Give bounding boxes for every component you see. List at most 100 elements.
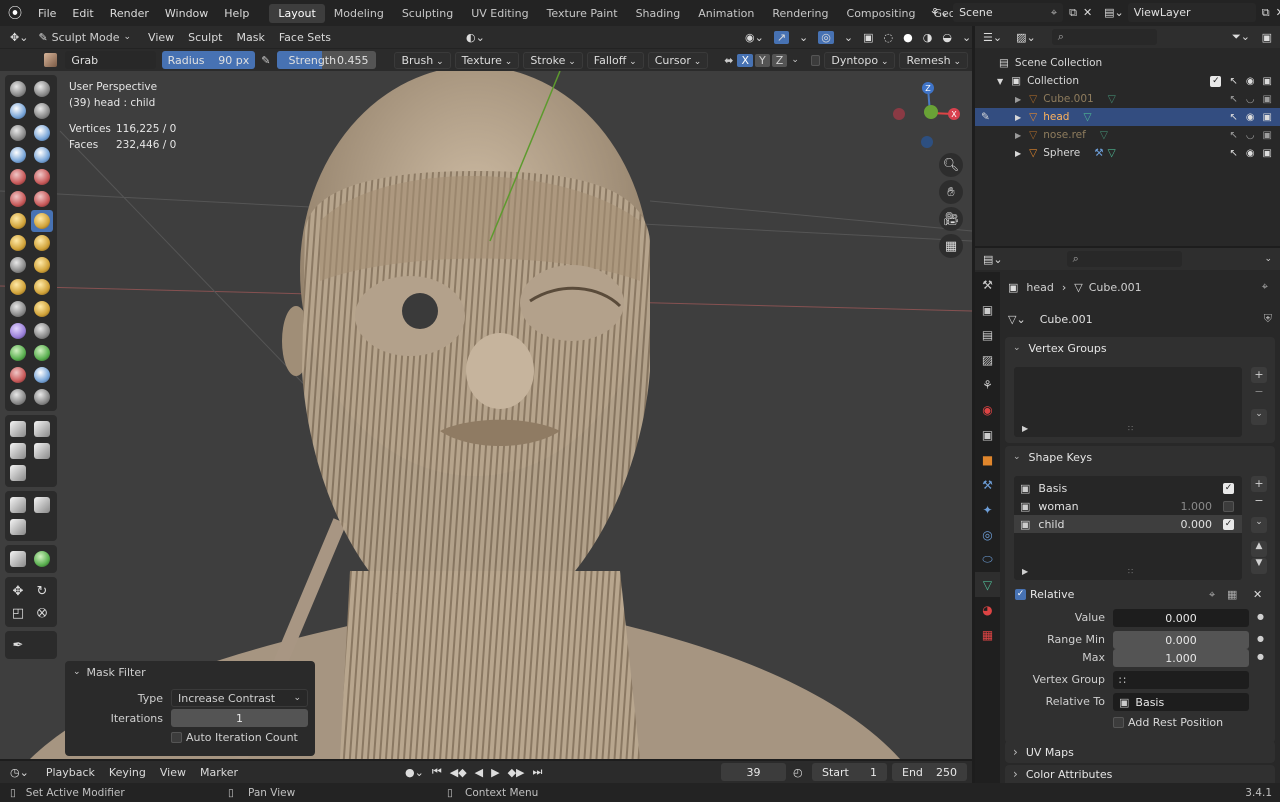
particles-tab-icon[interactable]: ✦ (975, 497, 1000, 522)
start-frame-field[interactable]: Start 1 (812, 763, 887, 781)
blender-logo-icon[interactable]: ⦿ (0, 3, 30, 23)
rotate-tool[interactable]: ↻ (31, 580, 53, 602)
tab-sculpting[interactable]: Sculpting (393, 4, 462, 23)
expand-arrow-icon[interactable]: ▶ (1015, 131, 1021, 140)
collection-exclude-checkbox[interactable]: ✓ (1210, 75, 1222, 87)
add-vertex-group-button[interactable]: + (1251, 367, 1267, 383)
select-arrow-icon[interactable]: ↖ (1229, 148, 1237, 159)
play-icon[interactable]: ▶ (491, 766, 499, 779)
expand-arrow-icon[interactable]: ▶ (1015, 95, 1021, 104)
outliner-editor-icon[interactable]: ☰⌄ (983, 31, 1002, 44)
wireframe-shading-icon[interactable]: ◌ (884, 31, 894, 44)
tool-tab-icon[interactable]: ⚒ (975, 272, 1000, 297)
outliner-row-cube[interactable]: ▶ ▽ Cube.001 ▽ ↖ ◡ ▣ (975, 90, 1280, 108)
view-layer-field[interactable]: ViewLayer (1127, 3, 1256, 22)
overlay-dropdown-icon[interactable]: ⌄ (844, 31, 853, 44)
neg-z-axis-icon[interactable] (921, 136, 933, 148)
material-shading-icon[interactable]: ◑ (923, 31, 933, 44)
dyntopo-checkbox[interactable] (810, 54, 821, 66)
mesh-filter-tool[interactable] (7, 494, 29, 516)
menu-playback[interactable]: Playback (39, 766, 102, 779)
keyframe-dot-icon[interactable]: ● (1257, 634, 1264, 643)
paint-tool[interactable] (7, 386, 29, 408)
expand-arrow-icon[interactable]: ▶ (1015, 113, 1021, 122)
color-filter-tool[interactable] (7, 516, 29, 538)
crease-tool[interactable] (7, 166, 29, 188)
neg-x-axis-icon[interactable] (893, 108, 905, 120)
keyframe-dot-icon[interactable]: ● (1257, 612, 1264, 621)
add-rest-position-checkbox[interactable] (1113, 717, 1124, 728)
pin-shape-key-icon[interactable]: ⌖ (1209, 588, 1215, 602)
vertex-group-menu-icon[interactable]: ⌄ (1251, 409, 1267, 425)
tab-texture-paint[interactable]: Texture Paint (538, 4, 627, 23)
shape-key-row-child[interactable]: ▣ child 0.000 ✓ (1014, 515, 1242, 533)
solid-shading-icon[interactable]: ● (903, 31, 913, 44)
move-up-icon[interactable]: ▲ (1251, 541, 1267, 557)
value-field[interactable]: 0.000 (1113, 609, 1249, 627)
select-arrow-icon[interactable]: ↖ (1229, 76, 1237, 87)
shape-key-mute-checkbox[interactable] (1223, 500, 1234, 512)
radius-slider[interactable]: Radius 90 px (161, 51, 256, 69)
shape-key-mute-checkbox[interactable]: ✓ (1223, 518, 1234, 530)
perspective-toggle-icon[interactable]: ▦ (939, 234, 963, 258)
cloth-tool[interactable] (7, 342, 29, 364)
play-reverse-icon[interactable]: ◀ (475, 766, 483, 779)
symmetry-x-toggle[interactable]: X (737, 53, 754, 67)
view-layer-tab-icon[interactable]: ▨ (975, 347, 1000, 372)
relative-option[interactable]: ✓ Relative (1015, 588, 1074, 601)
zoom-icon[interactable]: 🔍︎ (939, 153, 963, 177)
camera-icon[interactable]: ▣ (1263, 112, 1272, 123)
list-expand-icon[interactable]: ▶ (1022, 424, 1028, 433)
delete-scene-icon[interactable]: ✕ (1083, 6, 1092, 19)
menu-face-sets[interactable]: Face Sets (272, 31, 338, 44)
scene-tab-icon[interactable]: ⚘ (975, 372, 1000, 397)
menu-marker[interactable]: Marker (193, 766, 245, 779)
annotate-tool[interactable]: ✒ (7, 634, 29, 656)
next-keyframe-icon[interactable]: ◆▶ (508, 766, 525, 779)
edit-mode-toggle-icon[interactable]: ▦ (1227, 588, 1237, 601)
clay-strips-tool[interactable] (31, 100, 53, 122)
mode-dropdown[interactable]: ✎ Sculpt Mode ⌄ (38, 31, 131, 44)
pin-icon[interactable]: ⌖ (1262, 280, 1268, 294)
outliner-row-scene-collection[interactable]: ▤ Scene Collection (975, 54, 1280, 72)
camera-icon[interactable]: ▣ (1263, 94, 1272, 105)
color-attributes-header[interactable]: Color Attributes (1005, 765, 1275, 783)
blob-tool[interactable] (31, 144, 53, 166)
view-layer-icon[interactable]: ▤⌄ (1104, 6, 1124, 19)
iterations-field[interactable]: 1 (171, 709, 308, 727)
remove-vertex-group-button[interactable]: − (1251, 385, 1267, 399)
menu-window[interactable]: Window (157, 7, 216, 20)
shape-key-value[interactable]: 1.000 (1181, 500, 1213, 513)
tab-layout[interactable]: Layout (269, 3, 325, 23)
strength-slider[interactable]: Strength 0.455 (276, 51, 377, 69)
multiplane-scrape-tool[interactable] (7, 232, 29, 254)
vertex-groups-header[interactable]: Vertex Groups (1005, 337, 1275, 359)
brush-preview-icon[interactable] (44, 53, 58, 67)
menu-render[interactable]: Render (102, 7, 157, 20)
prev-keyframe-icon[interactable]: ◀◆ (450, 766, 467, 779)
symmetry-y-toggle[interactable]: Y (755, 53, 770, 67)
xray-toggle-icon[interactable]: ▣ (863, 31, 873, 44)
box-hide-tool[interactable] (31, 418, 53, 440)
expand-arrow-icon[interactable]: ▶ (1015, 149, 1021, 158)
chevron-down-icon[interactable]: ⌄ (791, 55, 799, 65)
properties-search-input[interactable]: ⌕ (1066, 251, 1182, 267)
type-dropdown[interactable]: Increase Contrast ⌄ (171, 689, 308, 707)
menu-file[interactable]: File (30, 7, 64, 20)
rotate-brush-tool[interactable] (31, 298, 53, 320)
tab-modeling[interactable]: Modeling (325, 4, 393, 23)
menu-mask[interactable]: Mask (230, 31, 272, 44)
elastic-deform-tool[interactable] (7, 254, 29, 276)
overlay-toggle-icon[interactable]: ◎ (818, 30, 834, 44)
camera-icon[interactable]: ▣ (1263, 148, 1272, 159)
record-icon[interactable]: ●⌄ (405, 766, 424, 779)
auto-iteration-option[interactable]: Auto Iteration Count (171, 731, 298, 744)
eye-closed-icon[interactable]: ◡ (1246, 94, 1255, 105)
shape-key-row-basis[interactable]: ▣ Basis ✓ (1014, 479, 1242, 497)
transform-orientation-icon[interactable]: ◐⌄ (466, 31, 485, 44)
outliner-row-head[interactable]: ✎ ▶ ▽ head ▽ ↖ ◉ ▣ (975, 108, 1280, 126)
outliner-row-nose-ref[interactable]: ▶ ▽ nose.ref ▽ ↖ ◡ ▣ (975, 126, 1280, 144)
relative-to-field[interactable]: ▣ Basis (1113, 693, 1249, 711)
remove-shape-key-button[interactable]: − (1251, 494, 1267, 508)
menu-keying[interactable]: Keying (102, 766, 153, 779)
